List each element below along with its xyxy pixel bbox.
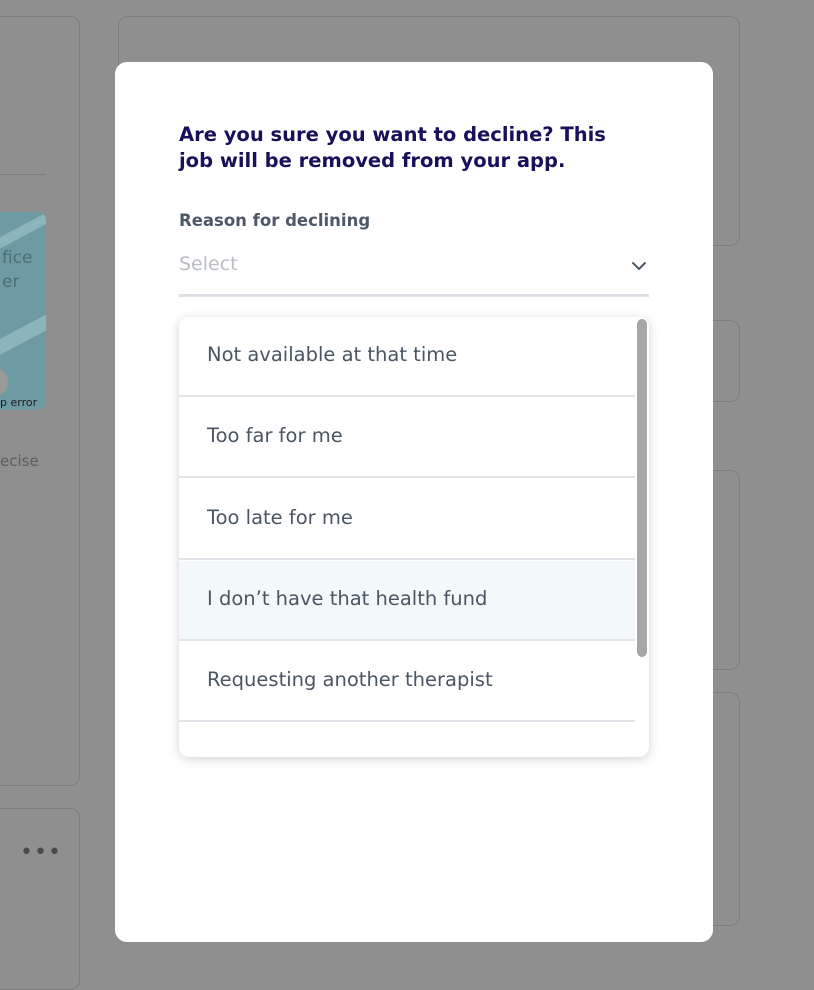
modal-title: Are you sure you want to decline? This j… bbox=[179, 123, 606, 172]
background-divider bbox=[0, 174, 46, 175]
option-label: Not available at that time bbox=[207, 343, 458, 366]
option-label: Too far for me bbox=[207, 424, 343, 447]
option-label: Requesting another therapist bbox=[207, 668, 493, 691]
decline-modal: Are you sure you want to decline? This j… bbox=[115, 62, 713, 942]
option-another-therapist[interactable]: Requesting another therapist bbox=[179, 642, 635, 722]
map-label-1: fice bbox=[2, 248, 33, 268]
option-too-late[interactable]: Too late for me bbox=[179, 480, 635, 560]
map-label-2: er bbox=[2, 272, 20, 292]
option-label: I don’t have that health fund bbox=[207, 587, 488, 610]
reason-select[interactable]: Select bbox=[179, 247, 649, 297]
dropdown-scrollbar[interactable] bbox=[637, 319, 647, 657]
reason-label: Reason for declining bbox=[179, 211, 371, 230]
background-text-fragment: ecise bbox=[0, 452, 39, 470]
map-error-text: p error bbox=[0, 396, 38, 409]
reason-dropdown[interactable]: Not available at that time Too far for m… bbox=[179, 317, 649, 757]
option-label: Too late for me bbox=[207, 506, 353, 529]
map-pill[interactable]: ... bbox=[0, 367, 8, 397]
option-too-far[interactable]: Too far for me bbox=[179, 398, 635, 478]
map-thumbnail[interactable]: fice er ... p error bbox=[0, 212, 46, 410]
background-card-left-bottom bbox=[0, 808, 80, 990]
chevron-down-icon[interactable] bbox=[631, 258, 647, 274]
select-placeholder: Select bbox=[179, 253, 238, 275]
option-not-available[interactable]: Not available at that time bbox=[179, 317, 635, 397]
option-health-fund[interactable]: I don’t have that health fund bbox=[179, 561, 635, 641]
more-options-icon[interactable]: ••• bbox=[20, 840, 62, 865]
